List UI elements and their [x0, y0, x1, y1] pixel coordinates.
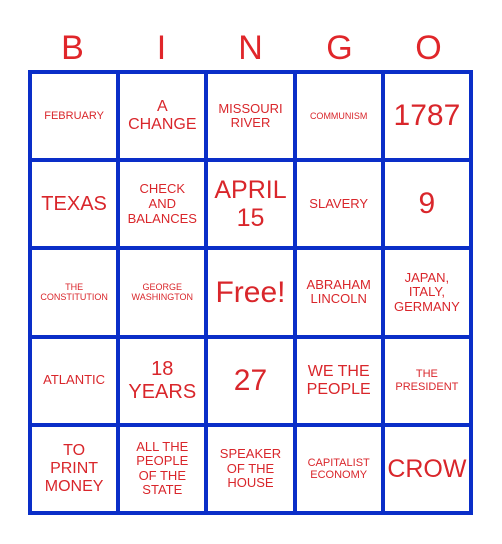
bingo-cell-g-2[interactable]: SLAVERY — [296, 162, 381, 247]
bingo-cell-n-1[interactable]: MISSOURI RIVER — [208, 74, 293, 159]
bingo-cell-g-4[interactable]: WE THE PEOPLE — [296, 338, 381, 423]
bingo-cell-n-3[interactable]: Free! — [208, 250, 293, 335]
bingo-cell-o-3[interactable]: JAPAN, ITALY, GERMANY — [384, 250, 469, 335]
bingo-cell-b-5[interactable]: TO PRINT MONEY — [32, 426, 117, 511]
bingo-cell-i-3[interactable]: GEORGE WASHINGTON — [120, 250, 205, 335]
bingo-cell-g-3[interactable]: ABRAHAM LINCOLN — [296, 250, 381, 335]
bingo-cell-o-4[interactable]: THE PRESIDENT — [384, 338, 469, 423]
bingo-cell-o-1[interactable]: 1787 — [384, 74, 469, 159]
bingo-cell-n-5[interactable]: SPEAKER OF THE HOUSE — [208, 426, 293, 511]
bingo-cell-g-1[interactable]: COMMUNISM — [296, 74, 381, 159]
bingo-cell-n-4[interactable]: 27 — [208, 338, 293, 423]
bingo-cell-b-1[interactable]: FEBRUARY — [32, 74, 117, 159]
header-letter-n: N — [238, 29, 263, 67]
bingo-board: FEBRUARY A CHANGE MISSOURI RIVER COMMUNISM 1… — [28, 70, 473, 515]
header-letter-g: G — [326, 29, 353, 67]
header-letter-b: B — [61, 29, 84, 67]
bingo-cell-i-2[interactable]: CHECK AND BALANCES — [120, 162, 205, 247]
bingo-cell-n-2[interactable]: APRIL 15 — [208, 162, 293, 247]
bingo-cell-i-4[interactable]: 18 YEARS — [120, 338, 205, 423]
bingo-cell-i-1[interactable]: A CHANGE — [120, 74, 205, 159]
bingo-cell-o-5[interactable]: CROW — [384, 426, 469, 511]
header-letter-o: O — [415, 29, 442, 67]
bingo-cell-b-4[interactable]: ATLANTIC — [32, 338, 117, 423]
bingo-cell-b-2[interactable]: TEXAS — [32, 162, 117, 247]
bingo-cell-g-5[interactable]: CAPITALIST ECONOMY — [296, 426, 381, 511]
header-letter-i: I — [156, 29, 167, 67]
bingo-cell-b-3[interactable]: THE CONSTITUTION — [32, 250, 117, 335]
bingo-header: B I N G O — [28, 26, 473, 70]
bingo-cell-i-5[interactable]: ALL THE PEOPLE OF THE STATE — [120, 426, 205, 511]
bingo-cell-o-2[interactable]: 9 — [384, 162, 469, 247]
